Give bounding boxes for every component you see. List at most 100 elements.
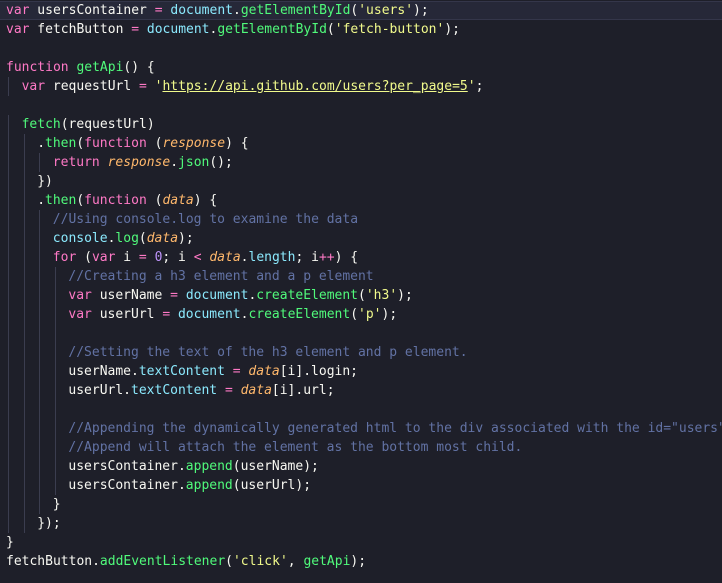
- code-token-param: response: [162, 136, 226, 151]
- code-token-plain: fetchButton.: [6, 554, 100, 569]
- code-editor[interactable]: var usersContainer = document.getElement…: [0, 0, 722, 583]
- code-token-plain: (: [146, 193, 163, 208]
- code-token-plain: (: [76, 193, 85, 208]
- code-line[interactable]: [0, 96, 722, 115]
- code-line[interactable]: //Using console.log to examine the data: [0, 210, 722, 229]
- code-token-func: json: [178, 155, 210, 170]
- code-token-string: 'users': [358, 3, 414, 18]
- code-token-keyword: function: [6, 60, 69, 75]
- code-token-plain: usersContainer.: [68, 478, 186, 493]
- code-token-object: console: [52, 231, 108, 246]
- indent-guide: [39, 438, 41, 457]
- code-line[interactable]: userUrl.textContent = data[i].url;: [0, 381, 722, 400]
- code-line[interactable]: fetchButton.addEventListener('click', ge…: [0, 552, 722, 571]
- code-text: .then(function (data) {: [37, 191, 217, 210]
- code-token-plain: ) {: [225, 136, 249, 151]
- indent-guide: [23, 153, 25, 172]
- code-line[interactable]: }: [0, 495, 722, 514]
- code-line[interactable]: var usersContainer = document.getElement…: [0, 1, 722, 20]
- code-token-operator: =: [162, 307, 171, 322]
- indent-guide: [8, 438, 9, 457]
- indent-guide: [39, 381, 41, 400]
- code-line[interactable]: //Append will attach the element as the …: [0, 438, 722, 457]
- code-line[interactable]: //Setting the text of the h3 element and…: [0, 343, 722, 362]
- indent-guide: [8, 229, 9, 248]
- code-line[interactable]: fetch(requestUrl): [0, 115, 722, 134]
- code-token-object: textContent: [138, 364, 225, 379]
- code-line[interactable]: //Creating a h3 element and a p element: [0, 267, 722, 286]
- code-text: console.log(data);: [53, 229, 194, 248]
- indent-guide: [8, 286, 9, 305]
- indent-guide: [8, 77, 9, 96]
- code-line[interactable]: var fetchButton = document.getElementByI…: [0, 20, 722, 39]
- code-line[interactable]: .then(function (data) {: [0, 191, 722, 210]
- code-token-plain: requestUrl: [45, 79, 139, 94]
- code-token-keyword: var: [6, 22, 30, 37]
- code-token-operator: =: [139, 79, 147, 94]
- indent-guide: [23, 495, 25, 514]
- code-token-param: response: [107, 155, 171, 170]
- code-line[interactable]: usersContainer.append(userName);: [0, 457, 722, 476]
- indent-guide: [39, 286, 41, 305]
- code-line[interactable]: //Appending the dynamically generated ht…: [0, 419, 722, 438]
- indent-guide: [54, 381, 56, 400]
- code-token-plain: );: [350, 554, 367, 569]
- code-line[interactable]: var requestUrl = 'https://api.github.com…: [0, 77, 722, 96]
- code-line[interactable]: [0, 324, 722, 343]
- indent-guide: [8, 400, 9, 419]
- code-token-plain: userName.: [68, 364, 139, 379]
- code-token-plain: );: [381, 307, 398, 322]
- indent-guide: [54, 476, 56, 495]
- indent-guide: [39, 153, 41, 172]
- code-line[interactable]: console.log(data);: [0, 229, 722, 248]
- code-token-func: createElement: [248, 307, 351, 322]
- indent-guide: [8, 191, 9, 210]
- code-line[interactable]: }: [0, 533, 722, 552]
- code-token-func: getApi: [76, 60, 124, 75]
- code-token-plain: (userName);: [232, 459, 319, 474]
- code-token-func: append: [185, 459, 233, 474]
- code-line[interactable]: var userUrl = document.createElement('p'…: [0, 305, 722, 324]
- indent-guide: [8, 495, 9, 514]
- code-text: usersContainer.append(userUrl);: [68, 476, 311, 495]
- indent-guide: [54, 267, 56, 286]
- code-token-object: document: [146, 22, 210, 37]
- code-token-plain: usersContainer: [29, 3, 155, 18]
- code-token-plain: }): [37, 174, 53, 189]
- code-line[interactable]: }): [0, 172, 722, 191]
- code-token-string: 'click': [232, 554, 288, 569]
- code-token-plain: );: [178, 231, 194, 246]
- code-text: userName.textContent = data[i].login;: [68, 362, 358, 381]
- indent-guide: [8, 419, 9, 438]
- code-line[interactable]: for (var i = 0; i < data.length; i++) {: [0, 248, 722, 267]
- code-text: }: [53, 495, 61, 514]
- code-line[interactable]: .then(function (response) {: [0, 134, 722, 153]
- code-line[interactable]: var userName = document.createElement('h…: [0, 286, 722, 305]
- code-line[interactable]: usersContainer.append(userUrl);: [0, 476, 722, 495]
- code-line[interactable]: return response.json();: [0, 153, 722, 172]
- code-token-string: 'p': [358, 307, 382, 322]
- code-token-func: fetch: [21, 117, 61, 132]
- code-token-plain: .: [233, 3, 241, 18]
- indent-guide: [23, 419, 25, 438]
- code-text: var fetchButton = document.getElementByI…: [6, 20, 460, 39]
- indent-guide: [54, 324, 56, 343]
- indent-guide: [39, 495, 41, 514]
- indent-guide: [23, 400, 25, 419]
- code-token-plain: (requestUrl): [60, 117, 155, 132]
- indent-guide: [23, 134, 25, 153]
- code-token-plain: userName: [91, 288, 171, 303]
- code-line[interactable]: userName.textContent = data[i].login;: [0, 362, 722, 381]
- code-line[interactable]: [0, 39, 722, 58]
- code-line[interactable]: [0, 400, 722, 419]
- code-text: var usersContainer = document.getElement…: [6, 2, 429, 19]
- code-token-comment: //Append will attach the element as the …: [68, 440, 523, 455]
- code-line[interactable]: function getApi() {: [0, 58, 722, 77]
- code-token-plain: ;: [475, 79, 484, 94]
- code-line[interactable]: });: [0, 514, 722, 533]
- code-token-param: data: [240, 383, 272, 398]
